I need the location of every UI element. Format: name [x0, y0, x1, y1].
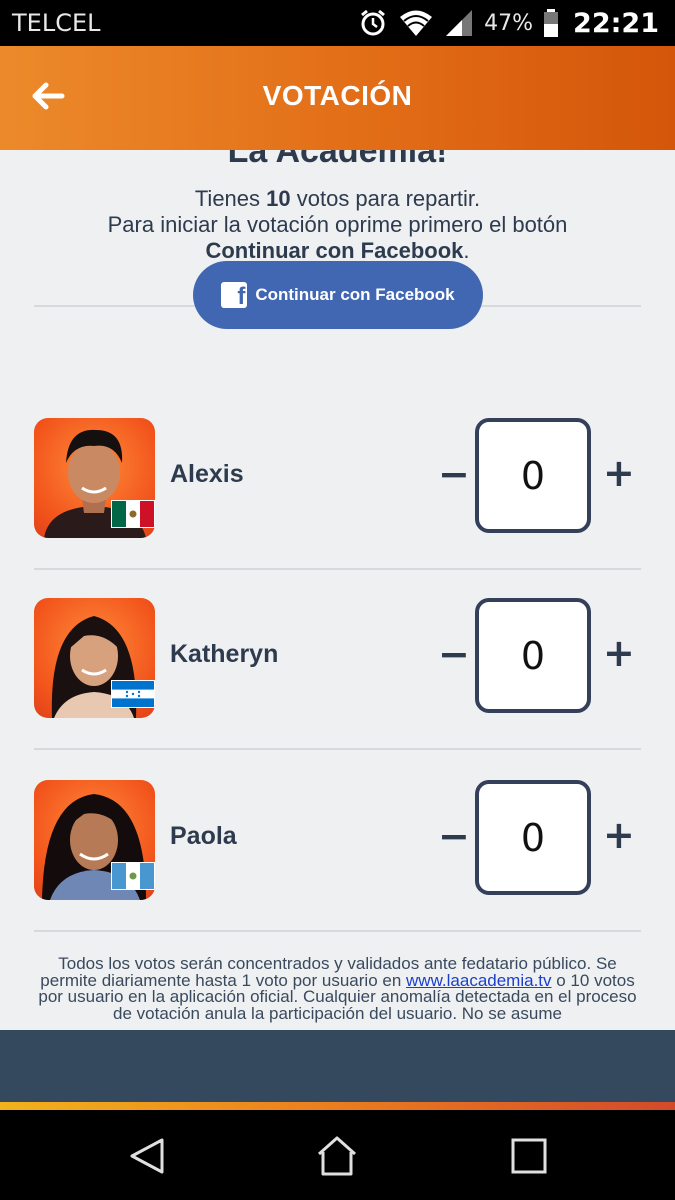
status-bar: TELCEL 47% 22:21	[0, 0, 675, 46]
recents-square-icon[interactable]	[505, 1132, 553, 1180]
candidate-row-katheryn: Katheryn − 0 +	[0, 598, 675, 718]
candidate-name: Katheryn	[170, 640, 279, 668]
increment-button[interactable]: +	[603, 813, 635, 857]
alarm-icon	[361, 9, 386, 36]
candidate-photo	[34, 418, 155, 538]
candidate-name: Paola	[170, 822, 237, 850]
candidate-photo	[34, 780, 155, 900]
clock: 22:21	[573, 7, 659, 39]
facebook-login-button[interactable]: f Continuar con Facebook	[193, 261, 483, 329]
voting-content[interactable]: La Academia! Tienes 10 votos para repart…	[0, 150, 675, 1030]
wifi-icon	[400, 10, 433, 36]
decrement-button[interactable]: −	[438, 632, 470, 676]
system-nav-bar	[0, 1110, 675, 1200]
battery-percent: 47%	[484, 10, 534, 36]
section-heading: La Academia!	[227, 150, 448, 170]
app-bar: VOTACIÓN	[0, 46, 675, 150]
vote-count-field[interactable]: 0	[475, 418, 591, 533]
votes-available: 10	[266, 186, 291, 211]
decrement-button[interactable]: −	[438, 452, 470, 496]
home-icon[interactable]	[313, 1132, 361, 1180]
carrier-name: TELCEL	[12, 9, 101, 37]
mexico-flag-icon	[111, 500, 155, 528]
vote-count-field[interactable]: 0	[475, 780, 591, 895]
vote-count-field[interactable]: 0	[475, 598, 591, 713]
guatemala-flag-icon	[111, 862, 155, 890]
increment-button[interactable]: +	[603, 631, 635, 675]
facebook-icon: f	[221, 282, 248, 310]
status-icons: 47% 22:21	[358, 6, 659, 40]
divider	[34, 748, 641, 750]
intro-line3-bold: Continuar con Facebook	[205, 238, 464, 263]
intro-line3-end: .	[463, 238, 470, 263]
honduras-flag-icon	[111, 680, 155, 708]
battery-icon	[544, 9, 559, 37]
divider	[34, 930, 641, 932]
intro-line1-pre: Tienes	[194, 186, 267, 211]
candidate-photo	[34, 598, 155, 718]
divider	[34, 568, 641, 570]
candidate-name: Alexis	[170, 460, 244, 488]
intro-line1-post: votos para repartir.	[290, 186, 481, 211]
intro-line2: Para iniciar la votación oprime primero …	[107, 212, 568, 237]
footer-stripe	[0, 1102, 675, 1110]
candidate-row-alexis: Alexis − 0 +	[0, 418, 675, 538]
facebook-button-label: Continuar con Facebook	[255, 285, 455, 304]
decrement-button[interactable]: −	[438, 814, 470, 858]
intro-text: Tienes 10 votos para repartir. Para inic…	[20, 186, 655, 264]
candidate-row-paola: Paola − 0 +	[0, 780, 675, 900]
page-title: VOTACIÓN	[262, 80, 413, 111]
increment-button[interactable]: +	[603, 451, 635, 495]
legal-disclaimer: Todos los votos serán concentrados y val…	[30, 955, 645, 1022]
signal-icon	[446, 10, 473, 36]
footer-bar	[0, 1030, 675, 1102]
back-triangle-icon[interactable]	[124, 1132, 172, 1180]
